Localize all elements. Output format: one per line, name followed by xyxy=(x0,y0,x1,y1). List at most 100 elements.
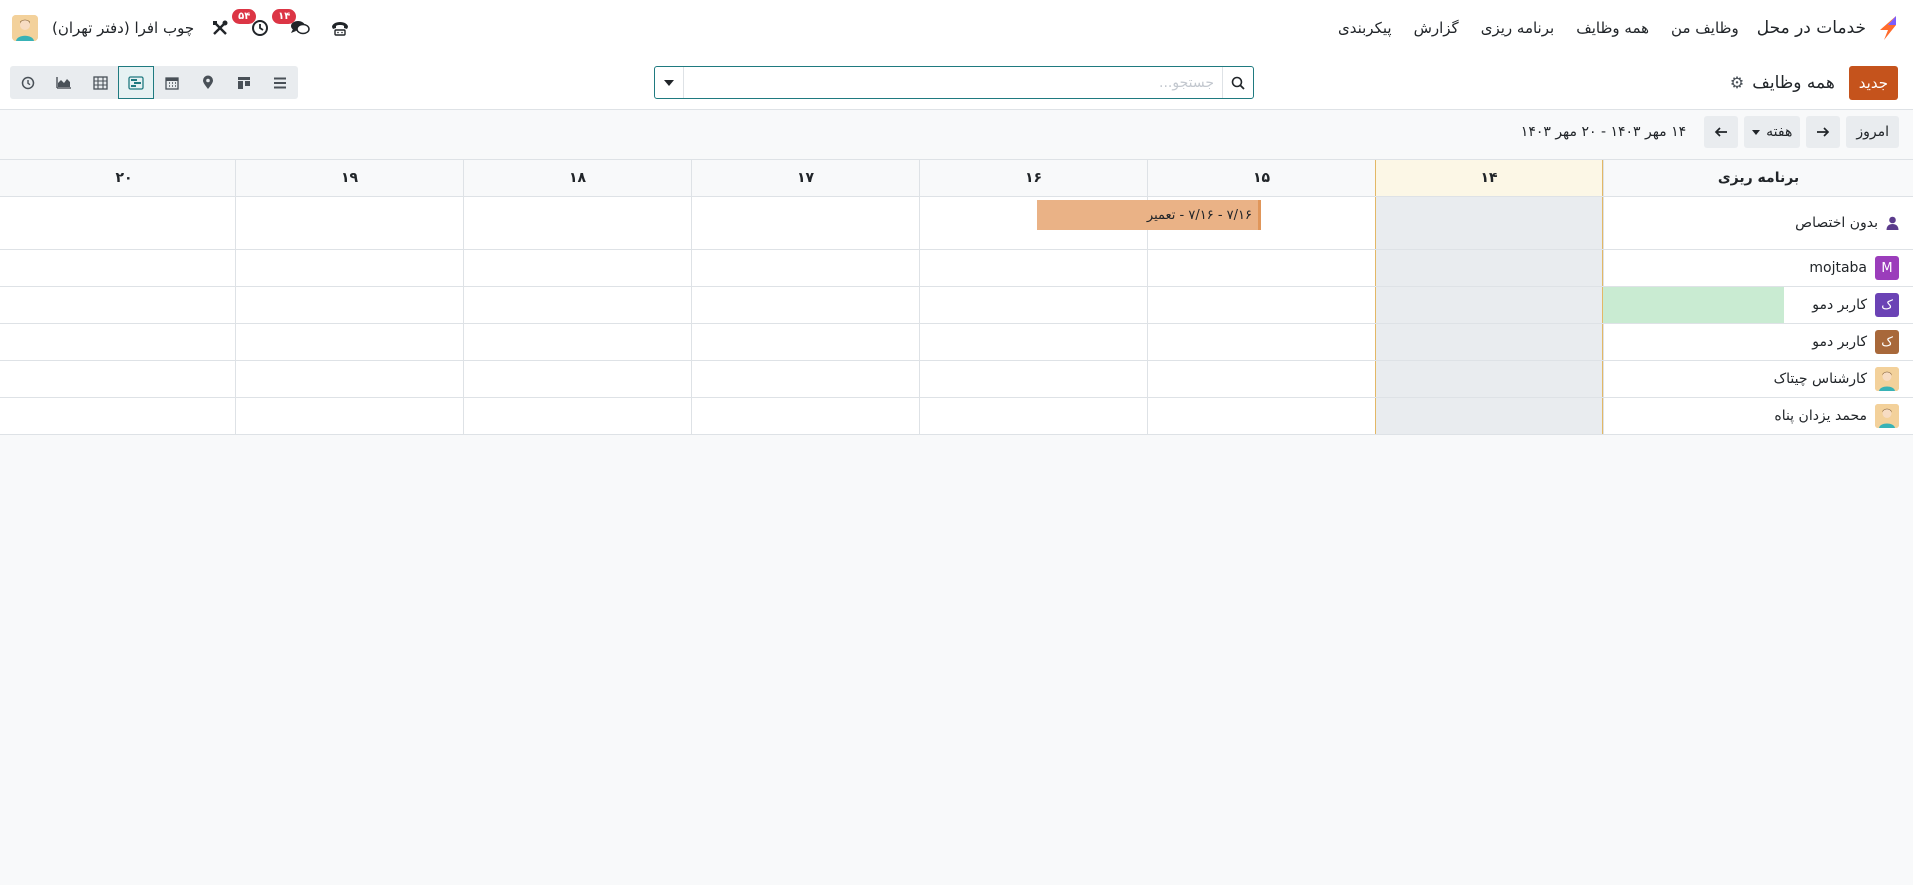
app-logo-icon[interactable] xyxy=(1876,15,1898,41)
gantt-row: ک کاربر دمو xyxy=(0,324,1913,361)
gantt-row: کارشناس چیتاک xyxy=(0,361,1913,398)
user-avatar[interactable] xyxy=(12,15,38,41)
day-header: ۱۶ xyxy=(919,160,1147,196)
avatar xyxy=(1875,367,1899,391)
gantt-cell[interactable] xyxy=(463,324,691,360)
new-button[interactable]: جدید xyxy=(1848,65,1898,100)
gantt-cell[interactable] xyxy=(235,197,463,249)
page-title: همه وظایف xyxy=(1752,72,1835,93)
gantt-cell[interactable] xyxy=(691,398,919,434)
chevron-down-icon xyxy=(664,79,674,86)
search-icon[interactable] xyxy=(1222,67,1253,98)
gantt-header: برنامه ریزی ۱۴ ۱۵ ۱۶ ۱۷ ۱۸ ۱۹ ۲۰ xyxy=(0,159,1913,197)
gantt-cell[interactable] xyxy=(1147,398,1375,434)
activities-clock-icon[interactable]: ۵۴ xyxy=(232,9,272,40)
day-header: ۱۸ xyxy=(463,160,691,196)
avatar: ک xyxy=(1875,293,1899,317)
gantt-cell[interactable] xyxy=(919,287,1147,323)
graph-view-icon[interactable] xyxy=(46,66,82,99)
search-options-toggle[interactable] xyxy=(655,67,684,98)
gantt-cell[interactable] xyxy=(1375,287,1603,323)
top-navbar: خدمات در محل وظایف من همه وظایف برنامه ر… xyxy=(0,0,1913,56)
person-icon xyxy=(1886,216,1899,230)
gantt-cell[interactable] xyxy=(691,197,919,249)
row-title: M mojtaba xyxy=(1603,250,1913,286)
gantt-cell[interactable] xyxy=(13,287,235,323)
menu-all-tasks[interactable]: همه وظایف xyxy=(1576,19,1649,37)
gantt-cell[interactable] xyxy=(919,324,1147,360)
menu-reporting[interactable]: گزارش xyxy=(1414,19,1459,37)
gantt-cell[interactable] xyxy=(1375,197,1603,249)
gantt-cell[interactable] xyxy=(691,361,919,397)
gantt-cell[interactable] xyxy=(1375,398,1603,434)
gantt-cell[interactable] xyxy=(1375,361,1603,397)
debug-tools-icon[interactable] xyxy=(208,16,232,40)
activities-badge: ۵۴ xyxy=(232,9,257,24)
gantt-cell[interactable] xyxy=(1147,361,1375,397)
gantt-cell[interactable] xyxy=(13,361,235,397)
control-panel: جدید همه وظایف ⚙ xyxy=(0,56,1913,110)
day-header: ۱۹ xyxy=(235,160,463,196)
gantt-cell[interactable] xyxy=(235,398,463,434)
gantt-cell[interactable] xyxy=(13,197,235,249)
row-title: ک کاربر دمو xyxy=(1603,324,1913,360)
gantt-cell[interactable] xyxy=(13,324,235,360)
today-button[interactable]: امروز xyxy=(1846,116,1899,148)
gantt-pill-task[interactable]: ۷/۱۶ - ۷/۱۶ - تعمیر xyxy=(1037,200,1261,230)
calendar-view-icon[interactable] xyxy=(154,66,190,99)
pivot-view-icon[interactable] xyxy=(82,66,118,99)
row-label: کاربر دمو xyxy=(1812,297,1867,313)
app-title[interactable]: خدمات در محل xyxy=(1757,18,1866,38)
menu-configuration[interactable]: پیکربندی xyxy=(1338,19,1392,37)
row-title: محمد یزدان پناه xyxy=(1603,398,1913,434)
list-view-icon[interactable] xyxy=(262,66,298,99)
search-bar xyxy=(654,66,1254,99)
gantt-cell[interactable] xyxy=(235,250,463,286)
gantt-cell[interactable] xyxy=(463,250,691,286)
day-header: ۱۷ xyxy=(691,160,919,196)
gantt-cell[interactable] xyxy=(463,398,691,434)
gantt-cell[interactable] xyxy=(919,361,1147,397)
chevron-down-icon xyxy=(1752,129,1761,135)
messages-icon[interactable]: ۱۴ xyxy=(272,9,312,40)
map-view-icon[interactable] xyxy=(190,66,226,99)
gantt-cell[interactable] xyxy=(1147,250,1375,286)
gantt-cell[interactable] xyxy=(235,287,463,323)
gantt-cell[interactable] xyxy=(463,287,691,323)
voip-phone-icon[interactable] xyxy=(328,16,352,40)
gantt-cell[interactable] xyxy=(1375,324,1603,360)
gantt-cell[interactable] xyxy=(691,324,919,360)
activity-view-icon[interactable] xyxy=(10,66,46,99)
gantt-row: M mojtaba xyxy=(0,250,1913,287)
gantt-cell[interactable] xyxy=(13,250,235,286)
row-title: ک کاربر دمو xyxy=(1603,287,1913,323)
gantt-cell[interactable] xyxy=(463,361,691,397)
gantt-toolbar: امروز هفته ۱۴ مهر ۱۴۰۳ - ۲۰ مهر ۱۴۰۳ xyxy=(0,110,1913,154)
scale-dropdown[interactable]: هفته xyxy=(1744,116,1801,148)
view-switcher xyxy=(10,66,298,99)
menu-planning[interactable]: برنامه ریزی xyxy=(1481,19,1554,37)
menu-my-tasks[interactable]: وظایف من xyxy=(1671,19,1739,37)
gantt-cell[interactable] xyxy=(1147,324,1375,360)
previous-period-button[interactable] xyxy=(1704,116,1739,148)
gantt-cell[interactable] xyxy=(13,398,235,434)
gantt-cell[interactable] xyxy=(1375,250,1603,286)
kanban-view-icon[interactable] xyxy=(226,66,262,99)
gantt-cell[interactable] xyxy=(691,250,919,286)
next-period-button[interactable] xyxy=(1806,116,1841,148)
gantt-row-header: برنامه ریزی xyxy=(1603,160,1913,196)
gear-icon[interactable]: ⚙ xyxy=(1730,73,1744,92)
company-switcher[interactable]: چوب افرا (دفتر تهران) xyxy=(52,19,194,37)
gantt-cell[interactable] xyxy=(919,398,1147,434)
gantt-cell[interactable] xyxy=(919,250,1147,286)
gantt-cell[interactable] xyxy=(235,324,463,360)
gantt-cell[interactable] xyxy=(463,197,691,249)
gantt-cell[interactable] xyxy=(1147,287,1375,323)
gantt-cell[interactable] xyxy=(235,361,463,397)
gantt-row: محمد یزدان پناه xyxy=(0,398,1913,435)
gantt-cell[interactable] xyxy=(691,287,919,323)
search-input[interactable] xyxy=(684,67,1222,98)
gantt-row-unassigned: بدون اختصاص ۷/۱۶ - ۷/۱۶ - تعمیر xyxy=(0,197,1913,250)
gantt-view-icon[interactable] xyxy=(118,66,154,99)
row-label: بدون اختصاص xyxy=(1795,215,1878,231)
